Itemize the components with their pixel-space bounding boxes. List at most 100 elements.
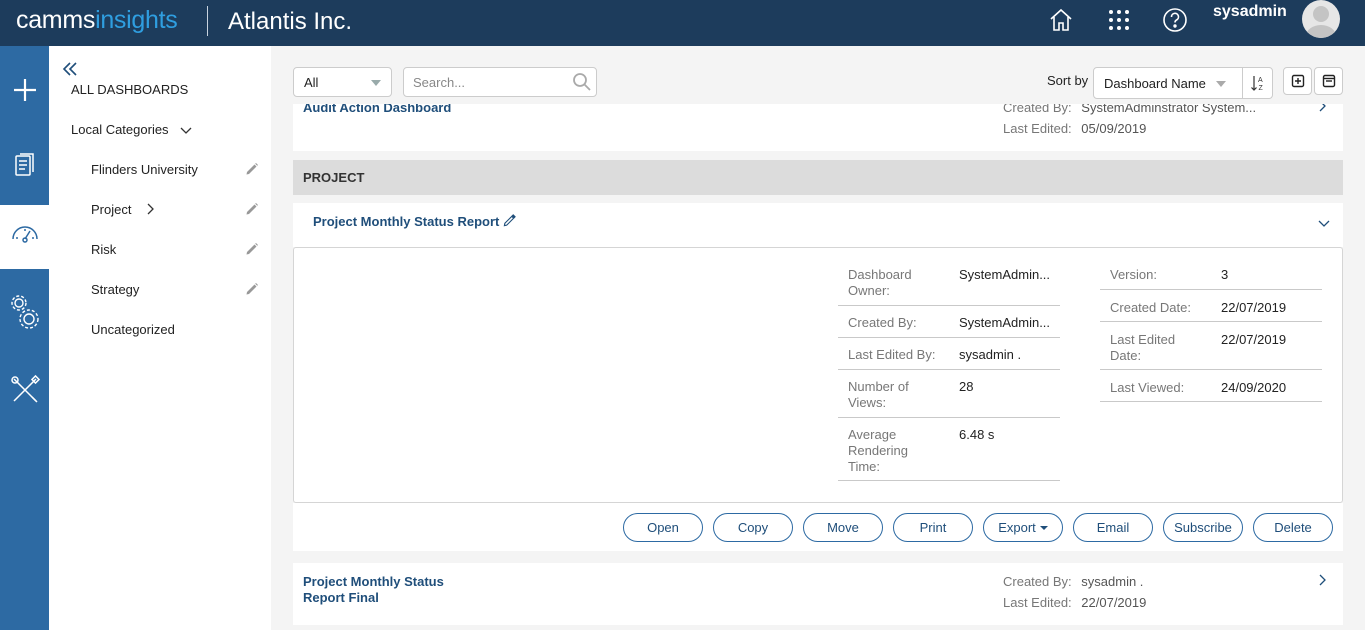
collapse-all-icon [1322, 74, 1335, 88]
detail-row: Average Rendering Time: 6.48 s [838, 418, 1060, 481]
detail-value: 22/07/2019 [1221, 332, 1287, 347]
dashboard-card-project-monthly-status-report-final[interactable]: Project Monthly Status Report Final Crea… [293, 563, 1343, 625]
category-section-header: PROJECT [293, 160, 1343, 195]
dashboard-title-link[interactable]: Project Monthly Status Report Final [303, 574, 444, 606]
expand-all-button[interactable] [1283, 67, 1312, 95]
filter-select-value: All [304, 75, 319, 90]
caret-down-icon [1039, 525, 1048, 530]
detail-value: 24/09/2020 [1221, 380, 1287, 395]
search-box[interactable] [403, 67, 597, 97]
chevron-right-icon[interactable] [1319, 574, 1327, 589]
sort-direction-button[interactable]: AZ [1242, 67, 1273, 99]
detail-value: 22/07/2019 [1221, 300, 1287, 315]
detail-label: Last Viewed: [1110, 380, 1185, 395]
caret-down-icon [371, 80, 381, 86]
brand-divider [207, 6, 208, 36]
sort-ascending-icon: AZ [1250, 76, 1263, 91]
dashboard-icon[interactable] [0, 205, 49, 269]
detail-label: Last Edited By: [848, 347, 936, 362]
dashboard-title-line: Report Final [303, 590, 379, 605]
add-icon[interactable] [0, 70, 49, 110]
sidebar-item-label: Strategy [91, 282, 140, 297]
pencil-icon[interactable] [503, 214, 516, 230]
caret-down-icon [1216, 81, 1226, 87]
brand-part-2: insights [95, 6, 178, 34]
sidebar-item-strategy[interactable]: Strategy [91, 282, 139, 297]
sidebar-item-uncategorized[interactable]: Uncategorized [91, 322, 175, 337]
dashboard-title-row: Project Monthly Status Report [313, 214, 516, 230]
sidebar-item-label: Project [91, 202, 132, 217]
collapse-all-button[interactable] [1314, 67, 1343, 95]
last-edited-label: Last Edited: [1003, 121, 1072, 136]
sort-select[interactable]: Dashboard Name [1093, 67, 1243, 99]
move-button[interactable]: Move [803, 513, 883, 542]
sidebar-item-label: Risk [91, 242, 117, 257]
local-categories-toggle[interactable]: Local Categories [71, 122, 192, 137]
svg-text:A: A [1258, 77, 1263, 84]
dashboard-title-line: Project Monthly Status [303, 574, 444, 589]
help-icon[interactable] [1161, 6, 1189, 34]
chevron-down-icon [180, 123, 192, 138]
last-edited-row: Last Edited: 05/09/2019 [1003, 121, 1146, 136]
main-content: Audit Action Dashboard Created By: Syste… [271, 46, 1365, 630]
sidebar-item-project[interactable]: Project [91, 202, 154, 217]
email-button[interactable]: Email [1073, 513, 1153, 542]
all-dashboards-link[interactable]: ALL DASHBOARDS [71, 82, 188, 97]
created-by-value: sysadmin . [1081, 574, 1144, 589]
export-dropdown-button[interactable]: Export [983, 513, 1063, 542]
reports-icon[interactable] [0, 144, 49, 186]
search-input[interactable] [404, 68, 564, 96]
dashboard-card-project-monthly-status-report[interactable]: Project Monthly Status Report [293, 203, 1343, 247]
search-icon[interactable] [572, 72, 592, 95]
dashboard-title-link[interactable]: Project Monthly Status Report [313, 214, 499, 229]
pencil-icon[interactable] [245, 282, 259, 299]
detail-value: 3 [1221, 267, 1229, 282]
export-label: Export [998, 520, 1036, 535]
sidebar-item-label: Uncategorized [91, 322, 175, 337]
copy-button[interactable]: Copy [713, 513, 793, 542]
chevron-down-icon[interactable] [1318, 216, 1330, 231]
local-categories-label: Local Categories [71, 122, 169, 137]
settings-icon[interactable] [0, 290, 49, 334]
dashboard-card-audit-action[interactable]: Audit Action Dashboard Created By: Syste… [293, 96, 1343, 151]
avatar[interactable] [1302, 0, 1340, 38]
detail-value: SystemAdmin... [959, 315, 1051, 330]
subscribe-button[interactable]: Subscribe [1163, 513, 1243, 542]
detail-value: sysadmin . [959, 347, 1022, 362]
brand-part-1: camms [16, 6, 96, 34]
username[interactable]: sysadmin [1213, 3, 1287, 21]
sort-by-label: Sort by [1047, 73, 1089, 88]
delete-button[interactable]: Delete [1253, 513, 1333, 542]
brand-logo[interactable]: cammsinsights [16, 4, 178, 36]
detail-row: Created By: SystemAdmin... [838, 306, 1060, 338]
collapse-sidebar-icon[interactable] [62, 62, 78, 79]
last-edited-label: Last Edited: [1003, 595, 1072, 610]
detail-value: SystemAdmin... [959, 267, 1051, 282]
open-button[interactable]: Open [623, 513, 703, 542]
apps-grid-icon[interactable] [1105, 6, 1133, 34]
detail-label: Created By: [848, 315, 917, 330]
sidebar: ALL DASHBOARDS Local Categories Flinders… [49, 46, 271, 630]
pencil-icon[interactable] [245, 242, 259, 259]
detail-label: Version: [1110, 267, 1157, 282]
dashboard-details-panel: Dashboard Owner: SystemAdmin... Created … [293, 247, 1343, 503]
detail-label: Created Date: [1110, 300, 1191, 315]
home-icon[interactable] [1047, 6, 1075, 34]
filter-select[interactable]: All [293, 67, 392, 97]
detail-row: Version: 3 [1100, 259, 1322, 290]
detail-row: Created Date: 22/07/2019 [1100, 290, 1322, 322]
detail-row: Last Edited By: sysadmin . [838, 338, 1060, 370]
pencil-icon[interactable] [245, 162, 259, 179]
left-rail [0, 46, 49, 630]
sidebar-item-risk[interactable]: Risk [91, 242, 116, 257]
print-button[interactable]: Print [893, 513, 973, 542]
last-edited-row: Last Edited: 22/07/2019 [1003, 595, 1146, 610]
sidebar-item-flinders-university[interactable]: Flinders University [91, 162, 198, 177]
sort-select-value: Dashboard Name [1104, 76, 1206, 91]
sidebar-item-label: Flinders University [91, 162, 198, 177]
pencil-icon[interactable] [245, 202, 259, 219]
svg-text:Z: Z [1258, 85, 1263, 91]
tools-icon[interactable] [0, 369, 49, 411]
detail-row: Last Viewed: 24/09/2020 [1100, 370, 1322, 402]
detail-label: Dashboard Owner: [848, 267, 912, 298]
